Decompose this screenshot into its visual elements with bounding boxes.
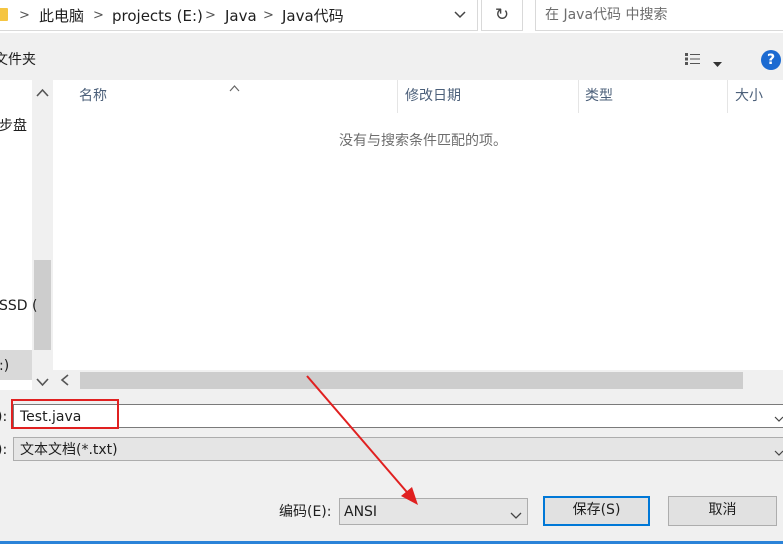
annotation-arrow [306, 375, 418, 505]
